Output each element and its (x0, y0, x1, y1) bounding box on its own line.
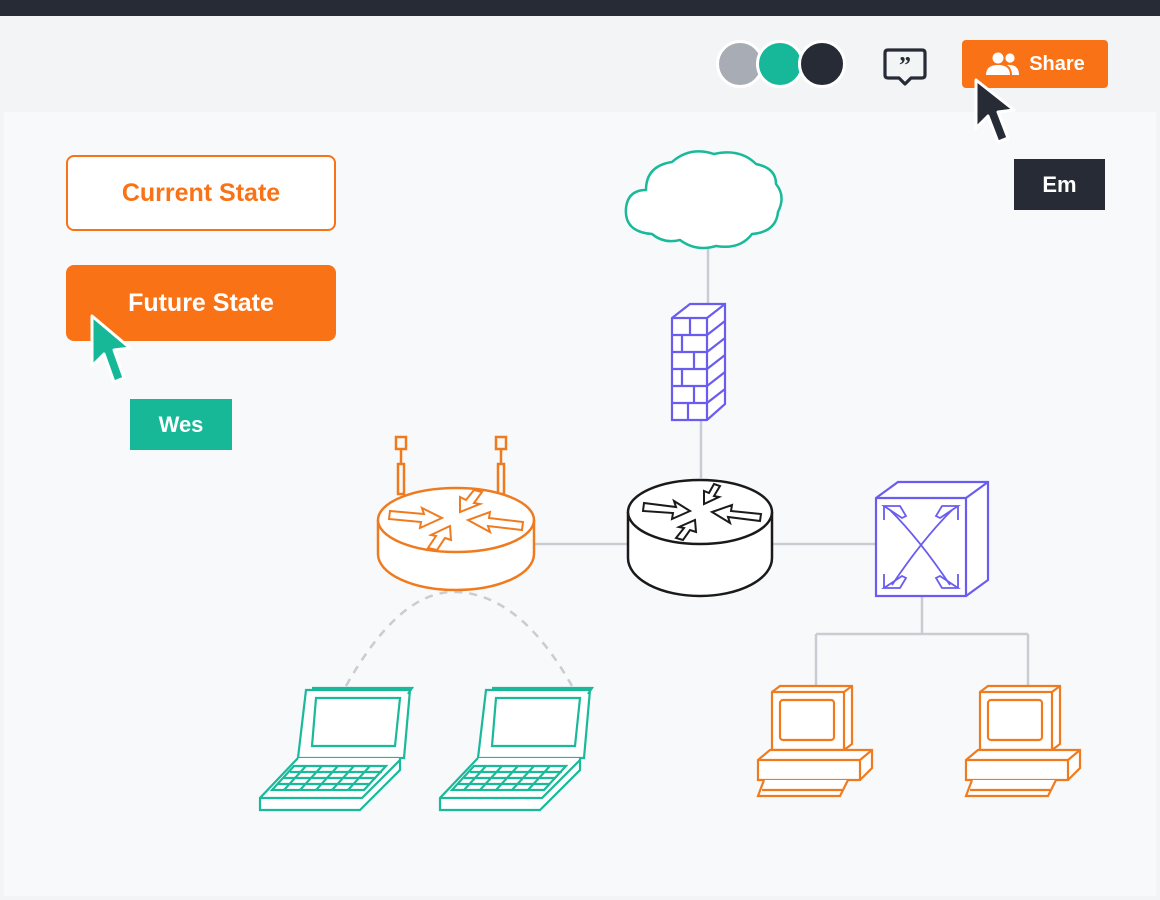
desktop-icon[interactable] (756, 684, 874, 798)
desktop-icon[interactable] (964, 684, 1082, 798)
firewall-icon[interactable] (670, 302, 727, 422)
switch-icon[interactable] (874, 480, 990, 598)
cloud-icon[interactable] (624, 150, 783, 250)
cursor-wes-icon (90, 314, 132, 384)
collaborator-name: Em (1042, 171, 1077, 197)
collaborator-tag-em: Em (1014, 159, 1105, 210)
wireless-router-icon[interactable] (376, 435, 536, 592)
laptop-icon[interactable] (438, 686, 595, 812)
collaborator-name: Wes (158, 411, 204, 437)
router-icon[interactable] (626, 478, 774, 598)
collaborator-tag-wes: Wes (130, 399, 232, 450)
cursor-em-icon (974, 78, 1016, 144)
laptop-icon[interactable] (258, 686, 415, 812)
